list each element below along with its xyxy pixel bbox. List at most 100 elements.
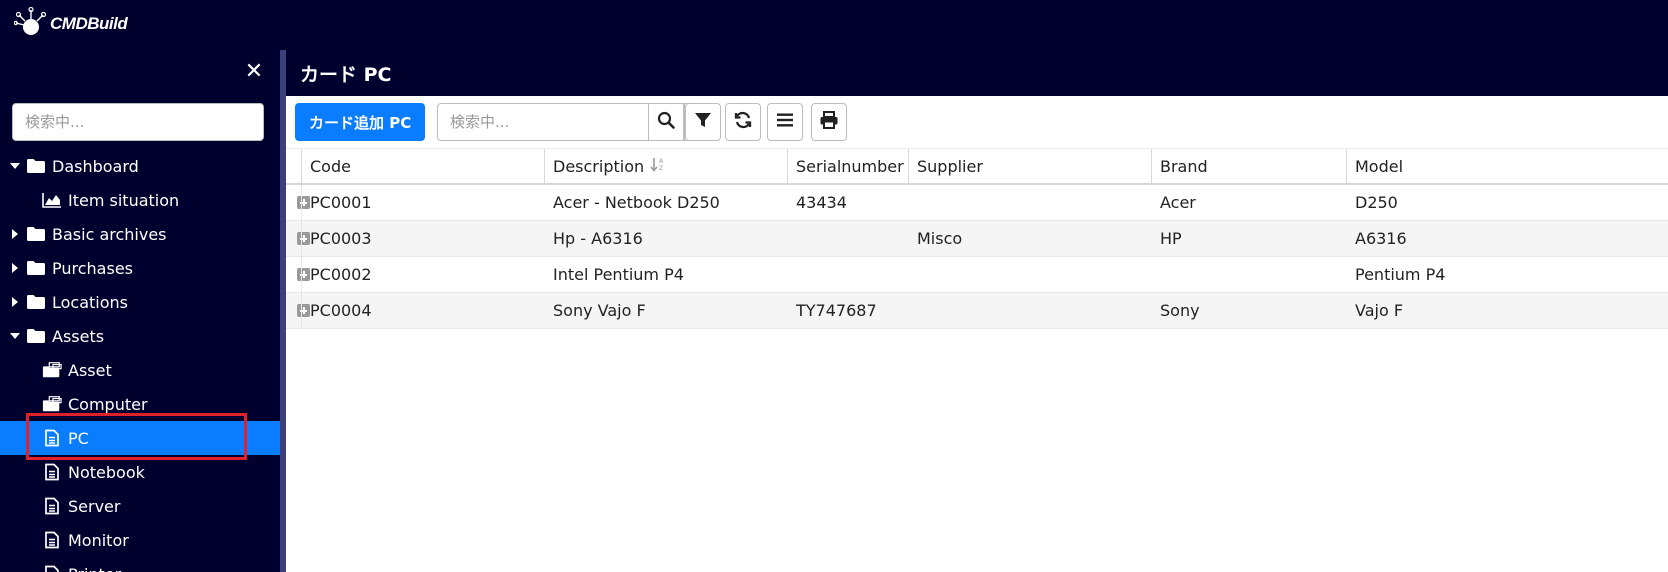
svg-text:Z: Z (659, 165, 663, 172)
search-button[interactable] (648, 103, 684, 141)
cell-description: Sony Vajo F (553, 301, 646, 320)
tree-item-label: Dashboard (52, 156, 139, 176)
tree-item-label: Monitor (68, 530, 129, 550)
folder-icon (26, 258, 46, 278)
tree-item-label: Basic archives (52, 224, 167, 244)
filter-icon (694, 111, 712, 133)
tree-item-assets[interactable]: Assets (0, 319, 280, 353)
file-text-icon (42, 564, 62, 572)
search-icon (657, 111, 675, 133)
grid-body: PC0001 Acer - Netbook D250 43434 Acer D250 PC… (286, 185, 1668, 329)
refresh-button[interactable] (725, 103, 761, 141)
file-text-icon (42, 428, 62, 448)
main-title-bar: カード PC (286, 50, 1668, 96)
tree-item-dashboard[interactable]: Dashboard (0, 149, 280, 183)
cell-description: Hp - A6316 (553, 229, 643, 248)
table-row[interactable]: PC0003 Hp - A6316 Misco HP A6316 (286, 221, 1668, 257)
folder-icon (26, 156, 46, 176)
column-header-supplier[interactable]: Supplier (909, 149, 983, 183)
column-header-code[interactable]: Code (302, 149, 351, 183)
navigation-search-input[interactable] (12, 103, 264, 141)
caret-right-icon[interactable] (8, 296, 22, 308)
cards-grid: Code Description A Z Serialnumber Supplier Bra… (286, 148, 1668, 572)
column-header-model[interactable]: Model (1347, 149, 1403, 183)
column-header-label: Brand (1160, 156, 1208, 176)
navigation-sidebar: ✕ Dashboard Item situation Basic archives P… (0, 50, 280, 572)
class-stack-icon (42, 394, 62, 414)
caret-down-icon[interactable] (8, 162, 22, 170)
file-text-icon (42, 530, 62, 550)
page-title: カード PC (300, 64, 392, 86)
tree-item-item-situation[interactable]: Item situation (0, 183, 280, 217)
grid-search-input[interactable] (437, 103, 648, 141)
tree-item-notebook[interactable]: Notebook (0, 455, 280, 489)
cell-serialnumber (788, 221, 796, 256)
column-header-description[interactable]: Description A Z (545, 149, 666, 183)
cell-model: D250 (1355, 193, 1398, 212)
tree-item-label: Purchases (52, 258, 133, 278)
cell-supplier (909, 293, 917, 328)
tree-item-label: Server (68, 496, 121, 516)
caret-down-icon[interactable] (8, 332, 22, 340)
tree-item-label: Item situation (68, 190, 180, 210)
cell-code: PC0002 (310, 265, 372, 284)
tree-item-label: Asset (68, 360, 112, 380)
tree-item-printer[interactable]: Printer (0, 557, 280, 572)
tree-item-monitor[interactable]: Monitor (0, 523, 280, 557)
area-chart-icon (42, 190, 62, 210)
cell-model: Vajo F (1355, 301, 1404, 320)
cell-code: PC0003 (310, 229, 372, 248)
tree-item-server[interactable]: Server (0, 489, 280, 523)
cell-serialnumber (788, 257, 796, 292)
cell-supplier (909, 185, 917, 220)
tree-item-computer[interactable]: Computer (0, 387, 280, 421)
cell-code: PC0004 (310, 301, 372, 320)
grid-toolbar: カード追加 PC (286, 96, 1668, 148)
table-row[interactable]: PC0002 Intel Pentium P4 Pentium P4 (286, 257, 1668, 293)
cmdbuild-logo-icon (13, 6, 47, 42)
cell-supplier (909, 257, 917, 292)
sort-ascending-icon: AZ (650, 156, 666, 176)
print-icon (819, 110, 839, 134)
tree-item-purchases[interactable]: Purchases (0, 251, 280, 285)
filter-button[interactable] (685, 103, 721, 141)
tree-item-pc[interactable]: PC (0, 421, 280, 455)
cell-model: A6316 (1355, 229, 1407, 248)
menu-button[interactable] (767, 103, 803, 141)
column-header-label: Code (310, 156, 351, 176)
collapse-sidebar-close-icon[interactable]: ✕ (242, 60, 266, 84)
app-logo[interactable]: CMDBuild (13, 6, 128, 42)
cell-description: Intel Pentium P4 (553, 265, 684, 284)
table-row[interactable]: PC0004 Sony Vajo F TY747687 Sony Vajo F (286, 293, 1668, 329)
add-card-button[interactable]: カード追加 PC (295, 103, 426, 141)
cell-description: Acer - Netbook D250 (553, 193, 720, 212)
file-text-icon (42, 496, 62, 516)
table-row[interactable]: PC0001 Acer - Netbook D250 43434 Acer D250 (286, 185, 1668, 221)
class-stack-icon (42, 360, 62, 380)
folder-icon (26, 326, 46, 346)
refresh-icon (733, 110, 753, 134)
app-header: CMDBuild (0, 0, 1668, 50)
tree-item-label: Notebook (68, 462, 145, 482)
cell-serialnumber: 43434 (796, 193, 847, 212)
tree-item-locations[interactable]: Locations (0, 285, 280, 319)
caret-right-icon[interactable] (8, 262, 22, 274)
column-header-serialnumber[interactable]: Serialnumber (788, 149, 904, 183)
tree-item-label: Computer (68, 394, 148, 414)
folder-icon (26, 292, 46, 312)
cell-model: Pentium P4 (1355, 265, 1446, 284)
caret-right-icon[interactable] (8, 228, 22, 240)
tree-item-label: Assets (52, 326, 105, 346)
folder-icon (26, 224, 46, 244)
cell-brand: Acer (1160, 193, 1196, 212)
cell-serialnumber: TY747687 (796, 301, 877, 320)
cell-brand (1152, 257, 1160, 292)
tree-item-label: PC (68, 428, 89, 448)
tree-item-basic-archives[interactable]: Basic archives (0, 217, 280, 251)
column-header-label: Supplier (917, 156, 983, 176)
column-header-label: Description (553, 156, 645, 176)
tree-item-asset[interactable]: Asset (0, 353, 280, 387)
print-button[interactable] (811, 103, 847, 141)
file-text-icon (42, 462, 62, 482)
column-header-brand[interactable]: Brand (1152, 149, 1208, 183)
